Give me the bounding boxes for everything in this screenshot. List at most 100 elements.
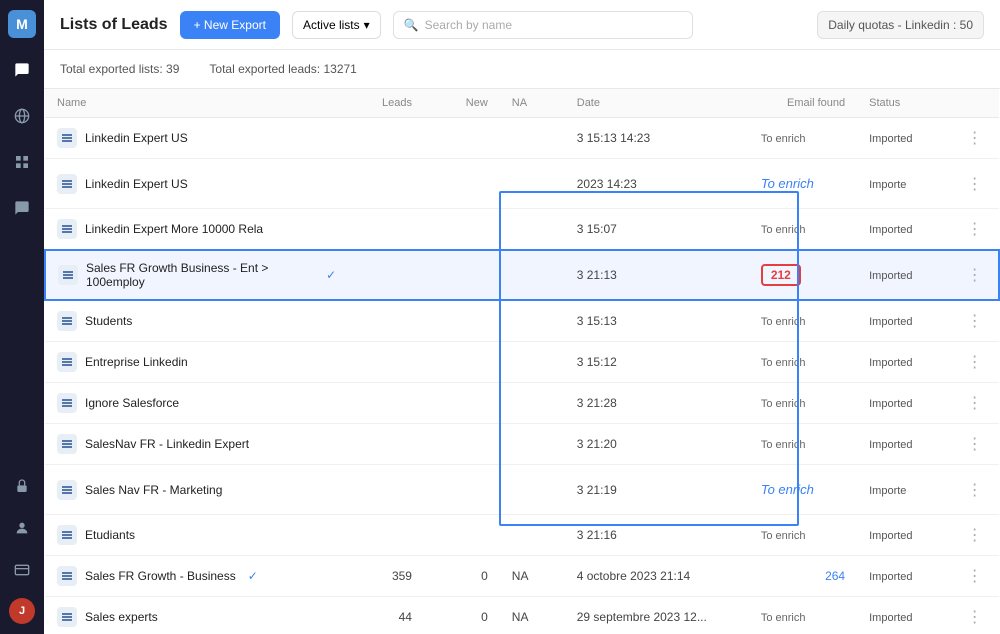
list-name: Ignore Salesforce bbox=[85, 396, 179, 410]
sidebar-item-globe[interactable] bbox=[8, 102, 36, 130]
list-name: Linkedin Expert US bbox=[85, 177, 188, 191]
table-row: Sales Nav FR - Marketing 3 21:19 To enri… bbox=[45, 465, 999, 515]
total-lists-stat: Total exported lists: 39 bbox=[60, 62, 179, 76]
col-header-new: New bbox=[424, 89, 500, 118]
user-avatar[interactable]: J bbox=[9, 598, 35, 624]
table-row: Sales FR Growth Business - Ent > 100empl… bbox=[45, 250, 999, 300]
list-name: Linkedin Expert US bbox=[85, 131, 188, 145]
app-logo[interactable]: M bbox=[8, 10, 36, 38]
list-name: Sales FR Growth - Business bbox=[85, 569, 236, 583]
col-header-na: NA bbox=[500, 89, 565, 118]
list-name: SalesNav FR - Linkedin Expert bbox=[85, 437, 249, 451]
col-header-name: Name bbox=[45, 89, 348, 118]
sidebar-item-card[interactable] bbox=[8, 556, 36, 584]
more-options-button[interactable]: ⋮ bbox=[967, 568, 983, 585]
list-icon bbox=[57, 480, 77, 500]
sidebar-bottom: J bbox=[8, 472, 36, 624]
list-name: Students bbox=[85, 314, 132, 328]
daily-quota: Daily quotas - Linkedin : 50 bbox=[817, 11, 984, 39]
search-icon: 🔍 bbox=[404, 18, 419, 32]
list-icon bbox=[57, 219, 77, 239]
name-cell: Linkedin Expert More 10000 Rela bbox=[57, 219, 336, 239]
sidebar-item-user[interactable] bbox=[8, 514, 36, 542]
more-options-button[interactable]: ⋮ bbox=[967, 482, 983, 499]
more-options-button[interactable]: ⋮ bbox=[967, 176, 983, 193]
list-icon bbox=[57, 311, 77, 331]
name-cell: Etudiants bbox=[57, 525, 336, 545]
header: Lists of Leads + New Export Active lists… bbox=[44, 0, 1000, 50]
table-row: Students 3 15:13 To enrich Imported ⋮ bbox=[45, 300, 999, 342]
list-icon bbox=[57, 607, 77, 627]
col-header-date: Date bbox=[565, 89, 749, 118]
page-title: Lists of Leads bbox=[60, 16, 168, 34]
more-options-button[interactable]: ⋮ bbox=[967, 130, 983, 147]
total-leads-stat: Total exported leads: 13271 bbox=[209, 62, 356, 76]
list-icon bbox=[57, 174, 77, 194]
active-lists-label: Active lists bbox=[303, 18, 360, 32]
stats-bar: Total exported lists: 39 Total exported … bbox=[44, 50, 1000, 89]
list-icon bbox=[57, 525, 77, 545]
list-icon bbox=[57, 393, 77, 413]
name-cell: Sales FR Growth Business - Ent > 100empl… bbox=[58, 261, 336, 289]
more-options-button[interactable]: ⋮ bbox=[967, 609, 983, 626]
verified-icon: ✓ bbox=[326, 268, 336, 282]
more-options-button[interactable]: ⋮ bbox=[967, 267, 983, 284]
sidebar-item-chat[interactable] bbox=[8, 194, 36, 222]
table-row: SalesNav FR - Linkedin Expert 3 21:20 To… bbox=[45, 424, 999, 465]
table-container: Name Leads New NA Date Email found Statu… bbox=[44, 89, 1000, 634]
table-row: Etudiants 3 21:16 To enrich Imported ⋮ bbox=[45, 515, 999, 556]
list-name: Sales FR Growth Business - Ent > 100empl… bbox=[86, 261, 314, 289]
name-cell: SalesNav FR - Linkedin Expert bbox=[57, 434, 336, 454]
email-found-value: 264 bbox=[825, 569, 845, 583]
list-icon bbox=[57, 128, 77, 148]
col-header-actions bbox=[955, 89, 999, 118]
name-cell: Ignore Salesforce bbox=[57, 393, 336, 413]
more-options-button[interactable]: ⋮ bbox=[967, 436, 983, 453]
name-cell: Sales experts bbox=[57, 607, 336, 627]
search-box: 🔍 Search by name bbox=[393, 11, 693, 39]
sidebar-item-lock[interactable] bbox=[8, 472, 36, 500]
more-options-button[interactable]: ⋮ bbox=[967, 395, 983, 412]
email-found-value: 212 bbox=[761, 264, 801, 286]
more-options-button[interactable]: ⋮ bbox=[967, 221, 983, 238]
list-icon bbox=[58, 265, 78, 285]
col-header-leads: Leads bbox=[348, 89, 424, 118]
list-name: Sales Nav FR - Marketing bbox=[85, 483, 222, 497]
name-cell: Linkedin Expert US bbox=[57, 128, 336, 148]
sidebar-item-messages[interactable] bbox=[8, 56, 36, 84]
list-name: Etudiants bbox=[85, 528, 135, 542]
active-lists-button[interactable]: Active lists ▾ bbox=[292, 11, 381, 39]
list-name: Entreprise Linkedin bbox=[85, 355, 188, 369]
table-row: Sales FR Growth - Business ✓ 359 0 NA 4 … bbox=[45, 556, 999, 597]
sidebar: M J bbox=[0, 0, 44, 634]
table-row: Entreprise Linkedin 3 15:12 To enrich Im… bbox=[45, 342, 999, 383]
more-options-button[interactable]: ⋮ bbox=[967, 354, 983, 371]
name-cell: Sales Nav FR - Marketing bbox=[57, 480, 336, 500]
col-header-email: Email found bbox=[749, 89, 857, 118]
sidebar-item-grid[interactable] bbox=[8, 148, 36, 176]
list-name: Linkedin Expert More 10000 Rela bbox=[85, 222, 263, 236]
list-icon bbox=[57, 566, 77, 586]
list-icon bbox=[57, 352, 77, 372]
name-cell: Sales FR Growth - Business ✓ bbox=[57, 566, 336, 586]
name-cell: Linkedin Expert US bbox=[57, 174, 336, 194]
table-row: Linkedin Expert More 10000 Rela 3 15:07 … bbox=[45, 209, 999, 251]
table-row: Linkedin Expert US 3 15:13 14:23 To enri… bbox=[45, 118, 999, 159]
leads-table: Name Leads New NA Date Email found Statu… bbox=[44, 89, 1000, 634]
name-cell: Entreprise Linkedin bbox=[57, 352, 336, 372]
search-placeholder: Search by name bbox=[425, 18, 512, 32]
verified-icon: ✓ bbox=[248, 569, 258, 583]
more-options-button[interactable]: ⋮ bbox=[967, 313, 983, 330]
main-content: Lists of Leads + New Export Active lists… bbox=[44, 0, 1000, 634]
table-header-row: Name Leads New NA Date Email found Statu… bbox=[45, 89, 999, 118]
table-row: Sales experts 44 0 NA 29 septembre 2023 … bbox=[45, 597, 999, 634]
list-name: Sales experts bbox=[85, 610, 158, 624]
name-cell: Students bbox=[57, 311, 336, 331]
table-row: Linkedin Expert US 2023 14:23 To enrich … bbox=[45, 159, 999, 209]
list-icon bbox=[57, 434, 77, 454]
col-header-status: Status bbox=[857, 89, 954, 118]
chevron-down-icon: ▾ bbox=[364, 18, 370, 32]
table-row: Ignore Salesforce 3 21:28 To enrich Impo… bbox=[45, 383, 999, 424]
more-options-button[interactable]: ⋮ bbox=[967, 527, 983, 544]
new-export-button[interactable]: + New Export bbox=[180, 11, 280, 39]
